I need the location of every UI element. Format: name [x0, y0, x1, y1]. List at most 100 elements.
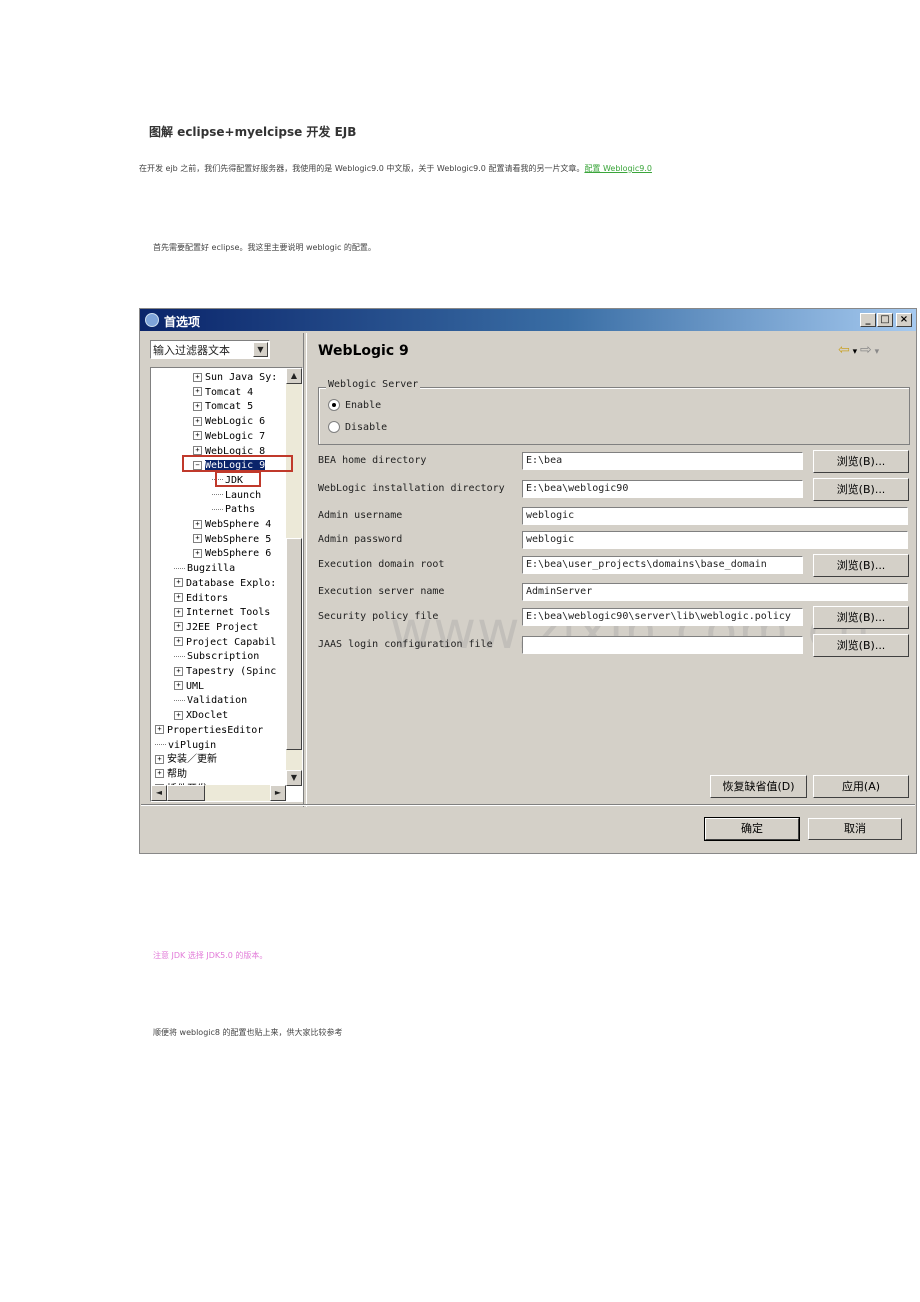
tree-item-label: 帮助	[167, 768, 187, 780]
preference-tree[interactable]: + Sun Java Sy: + Tomcat 4 + Tomcat 5 + WebLogic…	[150, 367, 303, 802]
tree-item[interactable]: + Sun Java Sy:	[193, 370, 277, 385]
expand-icon[interactable]: +	[193, 372, 202, 382]
tree-item[interactable]: + WebSphere 6	[193, 546, 271, 561]
tree-item[interactable]: + Tapestry (Spinc	[174, 664, 276, 679]
browse-button[interactable]: 浏览(B)...	[813, 450, 909, 473]
browse-button[interactable]: 浏览(B)...	[813, 634, 909, 657]
tree-connector	[174, 655, 185, 657]
tree-item[interactable]: + Internet Tools	[174, 605, 270, 620]
tree-item[interactable]: + UML	[174, 679, 204, 694]
tree-item-label: WebSphere 6	[205, 548, 272, 560]
document-title: 图解 eclipse+myelcipse 开发 EJB	[149, 125, 357, 139]
field-input[interactable]: E:\bea\weblogic90	[522, 480, 803, 498]
expand-icon[interactable]: +	[193, 548, 202, 558]
tree-item[interactable]: viPlugin	[155, 738, 216, 753]
maximize-icon[interactable]: □	[877, 313, 893, 327]
field-label: Admin username	[318, 510, 403, 521]
expand-icon[interactable]: +	[193, 416, 202, 426]
tree-connector	[212, 494, 223, 496]
expand-icon[interactable]: +	[155, 769, 164, 779]
tree-item[interactable]: + Tomcat 4	[193, 385, 253, 400]
tree-connector	[174, 567, 185, 569]
field-label: Security policy file	[318, 611, 439, 622]
radio-enable[interactable]: Enable	[328, 399, 381, 411]
expand-icon[interactable]: +	[174, 578, 183, 588]
field-input[interactable]: AdminServer	[522, 583, 908, 601]
scroll-left-icon[interactable]: ◄	[151, 785, 167, 801]
hscroll-thumb[interactable]	[167, 785, 205, 801]
field-input[interactable]: E:\bea\weblogic90\server\lib\weblogic.po…	[522, 608, 803, 626]
field-input[interactable]: weblogic	[522, 507, 908, 525]
scroll-down-icon[interactable]: ▼	[286, 770, 302, 786]
browse-button[interactable]: 浏览(B)...	[813, 606, 909, 629]
tree-item[interactable]: + Database Explo:	[174, 576, 276, 591]
tree-vertical-scrollbar[interactable]: ▲ ▼	[286, 368, 302, 786]
tree-item[interactable]: + Project Capabil	[174, 635, 276, 650]
tree-item[interactable]: Bugzilla	[174, 561, 235, 576]
browse-button[interactable]: 浏览(B)...	[813, 478, 909, 501]
server-group-title: Weblogic Server	[326, 379, 421, 390]
tree-item[interactable]: + PropertiesEditor	[155, 723, 263, 738]
expand-icon[interactable]: +	[174, 681, 183, 691]
filter-input[interactable]: 输入过滤器文本 ▼	[150, 340, 270, 359]
scroll-up-icon[interactable]: ▲	[286, 368, 302, 384]
tree-item[interactable]: Paths	[212, 502, 255, 517]
server-group	[318, 387, 910, 445]
ok-button[interactable]: 确定	[704, 817, 800, 841]
browse-button[interactable]: 浏览(B)...	[813, 554, 909, 577]
expand-icon[interactable]: +	[174, 637, 183, 647]
tree-item[interactable]: Launch	[212, 488, 261, 503]
tree-item[interactable]: + Editors	[174, 591, 228, 606]
tree-item[interactable]: + WebLogic 7	[193, 429, 265, 444]
tree-horizontal-scrollbar[interactable]: ◄ ►	[151, 785, 286, 801]
dialog-title: 首选项	[164, 315, 201, 329]
expand-icon[interactable]: +	[174, 607, 183, 617]
intro-paragraph: 在开发 ejb 之前，我们先得配置好服务器，我使用的是 Weblogic9.0 …	[139, 163, 652, 174]
field-input[interactable]	[522, 636, 803, 654]
tree-item[interactable]: + WebLogic 6	[193, 414, 265, 429]
tree-item[interactable]: + Tomcat 5	[193, 399, 253, 414]
forward-dropdown-icon[interactable]: ▾	[872, 347, 880, 357]
radio-disable[interactable]: Disable	[328, 421, 387, 433]
field-input[interactable]: weblogic	[522, 531, 908, 549]
expand-icon[interactable]: +	[174, 710, 183, 720]
expand-icon[interactable]: +	[174, 666, 183, 676]
back-dropdown-icon[interactable]: ▾	[850, 347, 860, 357]
back-arrow-icon[interactable]: ⇦	[838, 342, 850, 358]
field-input[interactable]: E:\bea	[522, 452, 803, 470]
tree-item[interactable]: + WebSphere 4	[193, 517, 271, 532]
expand-icon[interactable]: +	[193, 534, 202, 544]
field-input[interactable]: E:\bea\user_projects\domains\base_domain	[522, 556, 803, 574]
cancel-button[interactable]: 取消	[808, 818, 902, 840]
tree-item[interactable]: Validation	[174, 693, 247, 708]
tree-item[interactable]: + J2EE Project	[174, 620, 258, 635]
page-title: WebLogic 9	[318, 343, 409, 359]
expand-icon[interactable]: +	[174, 593, 183, 602]
jdk-note: 注意 JDK 选择 JDK5.0 的版本。	[153, 951, 268, 960]
tree-item[interactable]: + 安装／更新	[155, 752, 217, 767]
expand-icon[interactable]: +	[193, 431, 202, 441]
tree-item-label: Editors	[186, 592, 229, 604]
close-icon[interactable]: ×	[896, 313, 912, 327]
tree-item[interactable]: + XDoclet	[174, 708, 228, 723]
forward-arrow-icon[interactable]: ⇨	[860, 342, 872, 358]
weblogic-config-link[interactable]: 配置 Weblogic9.0	[584, 164, 652, 173]
expand-icon[interactable]: +	[193, 401, 202, 411]
tree-item[interactable]: + WebSphere 5	[193, 532, 271, 547]
expand-icon[interactable]: +	[193, 446, 202, 455]
apply-button[interactable]: 应用(A)	[813, 775, 909, 798]
expand-icon[interactable]: +	[174, 622, 183, 632]
restore-defaults-button[interactable]: 恢复缺省值(D)	[710, 775, 807, 798]
scroll-right-icon[interactable]: ►	[270, 785, 286, 801]
expand-icon[interactable]: +	[155, 725, 164, 735]
chevron-down-icon[interactable]: ▼	[253, 342, 268, 357]
expand-icon[interactable]: +	[193, 519, 202, 529]
tree-item[interactable]: + 帮助	[155, 767, 187, 782]
minimize-icon[interactable]: _	[860, 313, 876, 327]
expand-icon[interactable]: +	[193, 387, 202, 397]
tree-item-label: 安装／更新	[167, 754, 217, 766]
expand-icon[interactable]: +	[155, 754, 164, 764]
tree-item-label: Internet Tools	[186, 607, 271, 619]
tree-item[interactable]: Subscription	[174, 649, 259, 664]
scroll-thumb[interactable]	[286, 538, 302, 750]
